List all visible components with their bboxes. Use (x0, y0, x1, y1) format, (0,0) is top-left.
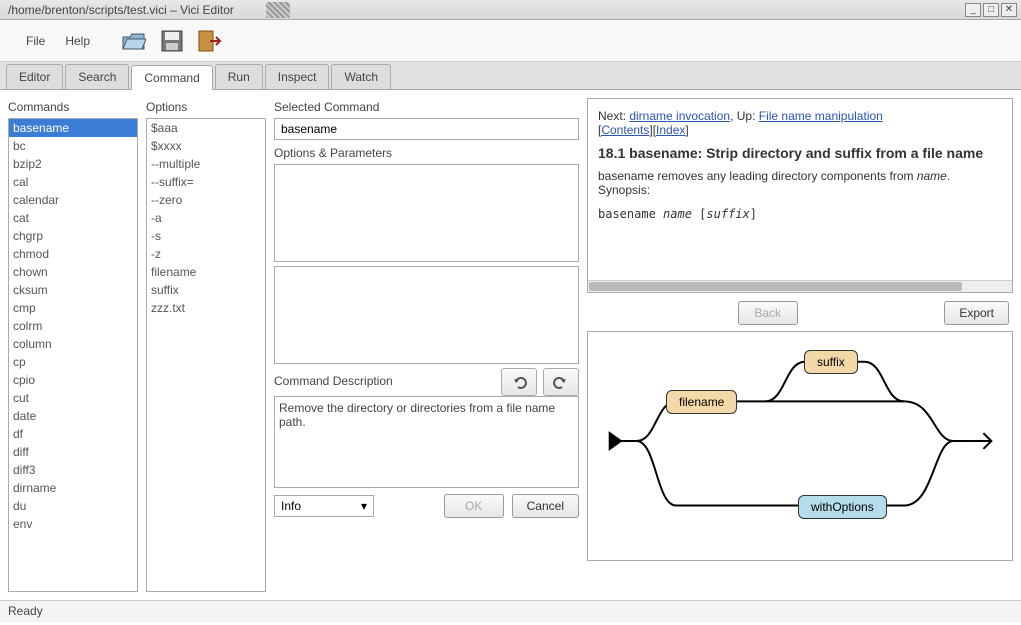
commands-list[interactable]: basenamebcbzip2calcalendarcatchgrpchmodc… (8, 118, 138, 592)
link-contents[interactable]: Contents (601, 123, 649, 137)
status-text: Ready (8, 604, 43, 618)
window-titlebar: /home/brenton/scripts/test.vici – Vici E… (0, 0, 1021, 20)
info-select[interactable]: Info ▾ (274, 495, 374, 517)
chevron-down-icon: ▾ (361, 499, 367, 513)
tab-editor[interactable]: Editor (6, 64, 63, 89)
command-item[interactable]: cmp (9, 299, 137, 317)
tab-watch[interactable]: Watch (331, 64, 391, 89)
command-item[interactable]: cp (9, 353, 137, 371)
node-filename: filename (666, 390, 737, 414)
minimize-icon[interactable]: _ (965, 3, 981, 17)
redo-icon[interactable] (543, 368, 579, 396)
command-item[interactable]: colrm (9, 317, 137, 335)
doc-synopsis: basename name [suffix] (598, 207, 1002, 221)
doc-nav-next: Next: (598, 109, 629, 123)
command-item[interactable]: calendar (9, 191, 137, 209)
command-item[interactable]: bc (9, 137, 137, 155)
link-manip[interactable]: File name manipulation (759, 109, 883, 123)
cmd-description[interactable]: Remove the directory or directories from… (274, 396, 579, 488)
option-item[interactable]: --zero (147, 191, 265, 209)
undo-icon[interactable] (501, 368, 537, 396)
params-area2[interactable] (274, 266, 579, 364)
back-button[interactable]: Back (738, 301, 798, 325)
ok-button[interactable]: OK (444, 494, 504, 518)
doc-nav2: [Contents][Index] (598, 123, 1002, 137)
command-item[interactable]: dirname (9, 479, 137, 497)
doc-body: basename removes any leading directory c… (598, 169, 1002, 197)
command-item[interactable]: cpio (9, 371, 137, 389)
command-item[interactable]: chmod (9, 245, 137, 263)
command-item[interactable]: cat (9, 209, 137, 227)
menu-help[interactable]: Help (55, 30, 100, 52)
cmddesc-label: Command Description (274, 372, 393, 390)
window-title: /home/brenton/scripts/test.vici – Vici E… (4, 3, 963, 17)
close-icon[interactable]: ✕ (1001, 3, 1017, 17)
command-item[interactable]: column (9, 335, 137, 353)
option-item[interactable]: --multiple (147, 155, 265, 173)
option-item[interactable]: zzz.txt (147, 299, 265, 317)
tab-bar: Editor Search Command Run Inspect Watch (0, 62, 1021, 90)
selected-command-input[interactable] (274, 118, 579, 140)
tab-inspect[interactable]: Inspect (265, 64, 330, 89)
open-icon[interactable] (120, 27, 148, 55)
option-item[interactable]: -z (147, 245, 265, 263)
opsparams-label: Options & Parameters (274, 144, 579, 162)
command-item[interactable]: du (9, 497, 137, 515)
export-button[interactable]: Export (944, 301, 1009, 325)
tab-command[interactable]: Command (131, 65, 212, 90)
syntax-diagram: filename suffix withOptions (587, 331, 1013, 561)
menu-file[interactable]: File (16, 30, 55, 52)
command-item[interactable]: cksum (9, 281, 137, 299)
option-item[interactable]: --suffix= (147, 173, 265, 191)
tab-search[interactable]: Search (65, 64, 129, 89)
maximize-icon[interactable]: □ (983, 3, 999, 17)
doc-heading: 18.1 basename: Strip directory and suffi… (598, 145, 1002, 161)
save-icon[interactable] (158, 27, 186, 55)
command-item[interactable]: diff3 (9, 461, 137, 479)
command-item[interactable]: diff (9, 443, 137, 461)
option-item[interactable]: filename (147, 263, 265, 281)
doc-nav-up: , Up: (730, 109, 759, 123)
link-dirname[interactable]: dirname invocation (629, 109, 730, 123)
options-label: Options (146, 98, 266, 116)
selected-label: Selected Command (274, 98, 579, 116)
menu-bar: File Help (0, 20, 1021, 62)
option-item[interactable]: suffix (147, 281, 265, 299)
commands-label: Commands (8, 98, 138, 116)
exit-icon[interactable] (196, 27, 224, 55)
option-item[interactable]: $xxxx (147, 137, 265, 155)
doc-hscroll[interactable] (588, 280, 1012, 292)
command-item[interactable]: basename (9, 119, 137, 137)
command-item[interactable]: df (9, 425, 137, 443)
ops-params-area[interactable] (274, 164, 579, 262)
command-item[interactable]: chown (9, 263, 137, 281)
status-bar: Ready (0, 600, 1021, 622)
info-select-value: Info (281, 499, 301, 513)
node-suffix: suffix (804, 350, 858, 374)
command-item[interactable]: env (9, 515, 137, 533)
option-item[interactable]: $aaa (147, 119, 265, 137)
command-item[interactable]: date (9, 407, 137, 425)
option-item[interactable]: -s (147, 227, 265, 245)
doc-nav: Next: dirname invocation, Up: File name … (598, 109, 1002, 123)
command-item[interactable]: cal (9, 173, 137, 191)
node-withoptions: withOptions (798, 495, 887, 519)
command-item[interactable]: bzip2 (9, 155, 137, 173)
options-list[interactable]: $aaa$xxxx--multiple--suffix=--zero-a-s-z… (146, 118, 266, 592)
tab-run[interactable]: Run (215, 64, 263, 89)
command-item[interactable]: cut (9, 389, 137, 407)
option-item[interactable]: -a (147, 209, 265, 227)
cancel-button[interactable]: Cancel (512, 494, 579, 518)
command-item[interactable]: chgrp (9, 227, 137, 245)
doc-viewer[interactable]: Next: dirname invocation, Up: File name … (587, 98, 1013, 293)
link-index[interactable]: Index (656, 123, 685, 137)
